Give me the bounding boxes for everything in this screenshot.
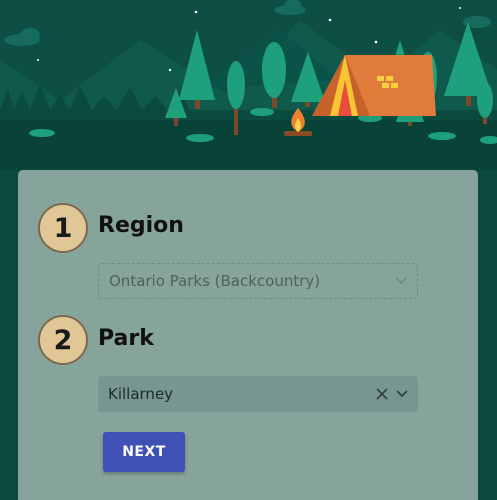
park-select[interactable]: Killarney bbox=[98, 376, 418, 412]
next-button[interactable]: NEXT bbox=[103, 432, 185, 472]
step-2-title: Park bbox=[98, 326, 154, 351]
park-select-value: Killarney bbox=[108, 385, 174, 403]
chevron-down-icon[interactable] bbox=[396, 390, 408, 398]
region-select: Ontario Parks (Backcountry) bbox=[98, 263, 418, 299]
park-selection-card: 1 Region Ontario Parks (Backcountry) 2 P… bbox=[18, 170, 478, 500]
campsite-illustration bbox=[0, 0, 497, 170]
region-select-value: Ontario Parks (Backcountry) bbox=[109, 272, 321, 290]
step-1-title: Region bbox=[98, 213, 184, 238]
step-1-number: 1 bbox=[38, 203, 88, 253]
clear-icon[interactable] bbox=[376, 388, 388, 400]
step-2-number: 2 bbox=[38, 315, 88, 365]
chevron-down-icon bbox=[395, 277, 407, 285]
